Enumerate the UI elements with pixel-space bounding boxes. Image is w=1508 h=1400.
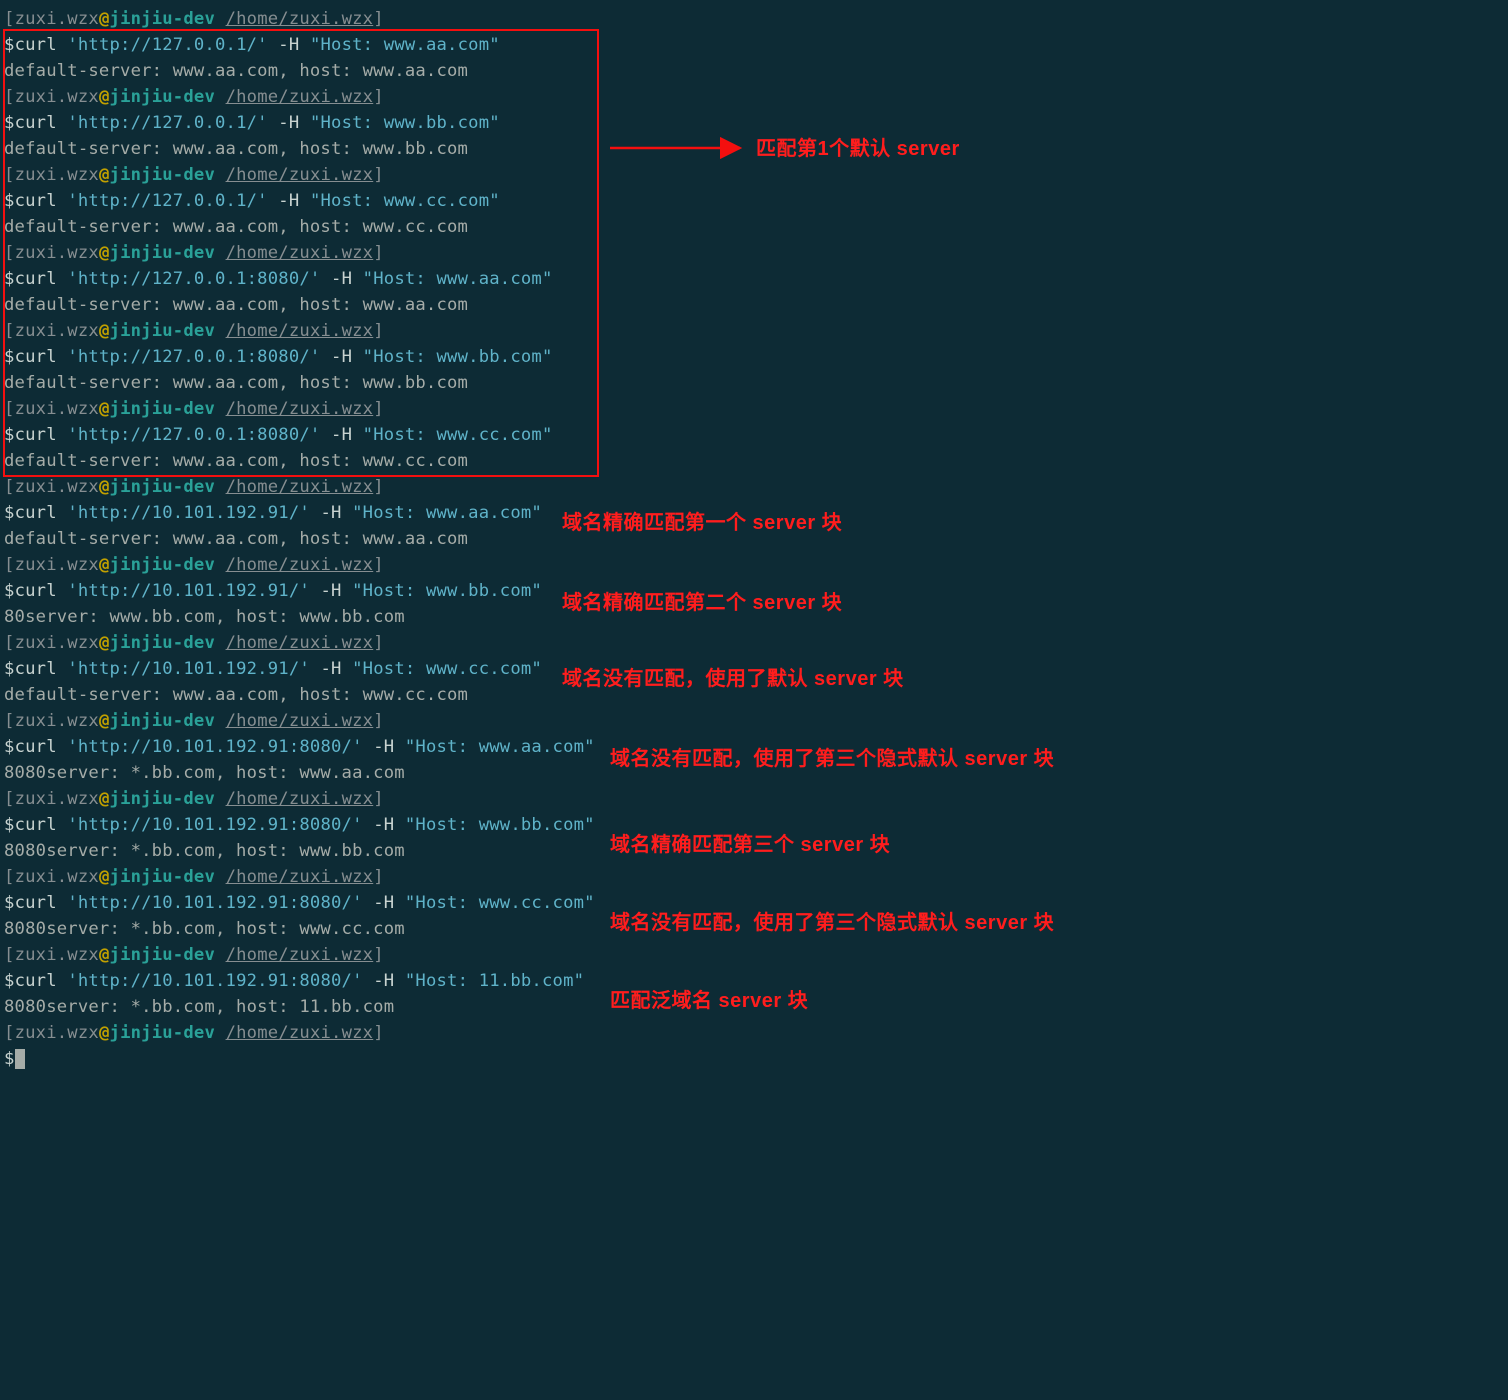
command-line[interactable]: $curl 'http://127.0.0.1/' -H "Host: www.… xyxy=(4,110,1504,136)
prompt-cursor[interactable]: $ xyxy=(4,1046,1504,1072)
command-line[interactable]: $curl 'http://127.0.0.1:8080/' -H "Host:… xyxy=(4,344,1504,370)
command-output: default-server: www.aa.com, host: www.bb… xyxy=(4,136,1504,162)
command-line[interactable]: $curl 'http://127.0.0.1:8080/' -H "Host:… xyxy=(4,266,1504,292)
shell-prompt: [zuxi.wzx@jinjiu-dev /home/zuxi.wzx] xyxy=(4,1020,1504,1046)
shell-prompt: [zuxi.wzx@jinjiu-dev /home/zuxi.wzx] xyxy=(4,240,1504,266)
command-output: default-server: www.aa.com, host: www.bb… xyxy=(4,370,1504,396)
command-output: default-server: www.aa.com, host: www.cc… xyxy=(4,214,1504,240)
command-output: default-server: www.aa.com, host: www.cc… xyxy=(4,448,1504,474)
annotation-label: 域名精确匹配第二个 server 块 xyxy=(562,590,842,616)
annotation-label: 域名没有匹配，使用了第三个隐式默认 server 块 xyxy=(610,910,1054,936)
shell-prompt: [zuxi.wzx@jinjiu-dev /home/zuxi.wzx] xyxy=(4,84,1504,110)
shell-prompt: [zuxi.wzx@jinjiu-dev /home/zuxi.wzx] xyxy=(4,396,1504,422)
cursor-icon xyxy=(15,1049,25,1069)
annotation-label: 域名精确匹配第一个 server 块 xyxy=(562,510,842,536)
command-line[interactable]: $curl 'http://127.0.0.1/' -H "Host: www.… xyxy=(4,32,1504,58)
command-output: default-server: www.aa.com, host: www.aa… xyxy=(4,58,1504,84)
shell-prompt: [zuxi.wzx@jinjiu-dev /home/zuxi.wzx] xyxy=(4,708,1504,734)
command-output: default-server: www.aa.com, host: www.aa… xyxy=(4,292,1504,318)
annotation-label: 域名没有匹配，使用了第三个隐式默认 server 块 xyxy=(610,746,1054,772)
shell-prompt: [zuxi.wzx@jinjiu-dev /home/zuxi.wzx] xyxy=(4,864,1504,890)
shell-prompt: [zuxi.wzx@jinjiu-dev /home/zuxi.wzx] xyxy=(4,942,1504,968)
shell-prompt: [zuxi.wzx@jinjiu-dev /home/zuxi.wzx] xyxy=(4,318,1504,344)
shell-prompt: [zuxi.wzx@jinjiu-dev /home/zuxi.wzx] xyxy=(4,786,1504,812)
shell-prompt: [zuxi.wzx@jinjiu-dev /home/zuxi.wzx] xyxy=(4,630,1504,656)
shell-prompt: [zuxi.wzx@jinjiu-dev /home/zuxi.wzx] xyxy=(4,552,1504,578)
annotation-label: 匹配第1个默认 server xyxy=(756,136,960,162)
annotation-label: 域名精确匹配第三个 server 块 xyxy=(610,832,890,858)
command-line[interactable]: $curl 'http://127.0.0.1/' -H "Host: www.… xyxy=(4,188,1504,214)
annotation-label: 域名没有匹配，使用了默认 server 块 xyxy=(562,666,904,692)
shell-prompt: [zuxi.wzx@jinjiu-dev /home/zuxi.wzx] xyxy=(4,474,1504,500)
command-line[interactable]: $curl 'http://127.0.0.1:8080/' -H "Host:… xyxy=(4,422,1504,448)
annotation-label: 匹配泛域名 server 块 xyxy=(610,988,808,1014)
shell-prompt: [zuxi.wzx@jinjiu-dev /home/zuxi.wzx] xyxy=(4,162,1504,188)
shell-prompt: [zuxi.wzx@jinjiu-dev /home/zuxi.wzx] xyxy=(4,6,1504,32)
